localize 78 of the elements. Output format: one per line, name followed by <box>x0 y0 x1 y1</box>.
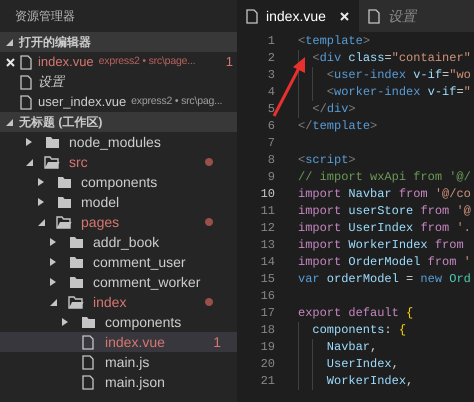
code-line: <script> <box>298 153 356 167</box>
line-number: 7 <box>266 135 275 152</box>
line-number: 13 <box>260 237 275 254</box>
code-line: </div> <box>311 102 356 116</box>
code-line: import WorkerIndex from <box>298 238 464 252</box>
item-name: main.json <box>105 372 165 392</box>
code-line: components: { <box>311 323 406 337</box>
line-number: 16 <box>260 288 275 305</box>
code-line: <template> <box>298 34 370 48</box>
line-number: 10 <box>260 186 275 203</box>
folder-row[interactable]: comment_user <box>0 252 237 272</box>
line-number: 1 <box>266 33 275 50</box>
line-number: 6 <box>266 118 275 135</box>
code-line: <worker-index v-if=" <box>326 85 471 99</box>
item-name: model <box>81 192 120 212</box>
file-path: express2 • src\pag... <box>131 94 222 110</box>
file-path: express2 • src\page... <box>98 54 196 70</box>
item-name: components <box>105 312 182 332</box>
item-name: node_modules <box>69 132 161 152</box>
file-row[interactable]: main.json <box>0 372 237 392</box>
folder-row[interactable]: index <box>0 292 237 312</box>
code-line: WorkerIndex, <box>326 374 414 388</box>
line-number: 15 <box>260 271 275 288</box>
item-name: pages <box>81 212 120 232</box>
open-editor-item[interactable]: user_index.vue express2 • src\pag... <box>0 92 237 112</box>
code-line: export default { <box>298 306 414 320</box>
code-line: </template> <box>298 119 378 133</box>
line-number: 12 <box>260 220 275 237</box>
code-line: import OrderModel from ' <box>298 255 471 269</box>
file-row[interactable]: index.vue 1 <box>0 332 237 352</box>
item-name: comment_worker <box>93 272 200 292</box>
file-row[interactable]: main.js <box>0 352 237 372</box>
code-line: UserIndex, <box>326 357 399 371</box>
item-name: index <box>93 292 126 312</box>
line-number: 11 <box>260 203 275 220</box>
code-line: import UserIndex from '. <box>298 221 471 235</box>
line-number: 19 <box>260 339 275 356</box>
line-number: 4 <box>266 84 275 101</box>
explorer-title: 资源管理器 <box>15 8 75 25</box>
folder-row[interactable]: addr_book <box>0 232 237 252</box>
editor-tab[interactable]: index.vue <box>237 0 359 32</box>
item-name: components <box>81 172 158 192</box>
section-header[interactable]: 无标题 (工作区) <box>0 112 237 132</box>
item-name: main.js <box>105 352 150 372</box>
folder-row[interactable]: src <box>0 152 237 172</box>
item-name: index.vue <box>105 332 165 352</box>
line-number: 3 <box>266 67 275 84</box>
item-name: comment_user <box>93 252 186 272</box>
code-line: <div class="container" <box>311 51 471 65</box>
folder-row[interactable]: components <box>0 312 237 332</box>
line-number: 17 <box>260 305 275 322</box>
code-line: import userStore from '@ <box>298 204 471 218</box>
folder-row[interactable]: components <box>0 172 237 192</box>
problem-count: 1 <box>226 53 233 72</box>
code-line: // import wxApi from '@/ <box>298 170 471 184</box>
code-line: var orderModel = new Ord <box>298 272 471 286</box>
line-number: 9 <box>266 169 275 186</box>
line-number: 21 <box>260 373 275 390</box>
line-number: 8 <box>266 152 275 169</box>
code-line: <user-index v-if="wo <box>326 68 471 82</box>
line-number: 2 <box>266 50 275 67</box>
item-name: src <box>69 152 88 172</box>
problem-count: 1 <box>213 332 221 352</box>
section-header[interactable]: 打开的编辑器 <box>0 32 237 52</box>
code-line: import Navbar from '@/co <box>298 187 471 201</box>
line-number: 20 <box>260 356 275 373</box>
open-editor-item[interactable]: 设置 <box>0 72 237 92</box>
line-number: 14 <box>260 254 275 271</box>
line-number: 18 <box>260 322 275 339</box>
folder-row[interactable]: pages <box>0 212 237 232</box>
editor-tab[interactable]: 设置 <box>359 0 474 32</box>
line-number: 5 <box>266 101 275 118</box>
folder-row[interactable]: node_modules <box>0 132 237 152</box>
open-editor-item[interactable]: index.vue express2 • src\page... 1 <box>0 52 237 72</box>
folder-row[interactable]: comment_worker <box>0 272 237 292</box>
folder-row[interactable]: model <box>0 192 237 212</box>
item-name: addr_book <box>93 232 160 252</box>
code-line: Navbar, <box>326 340 378 354</box>
